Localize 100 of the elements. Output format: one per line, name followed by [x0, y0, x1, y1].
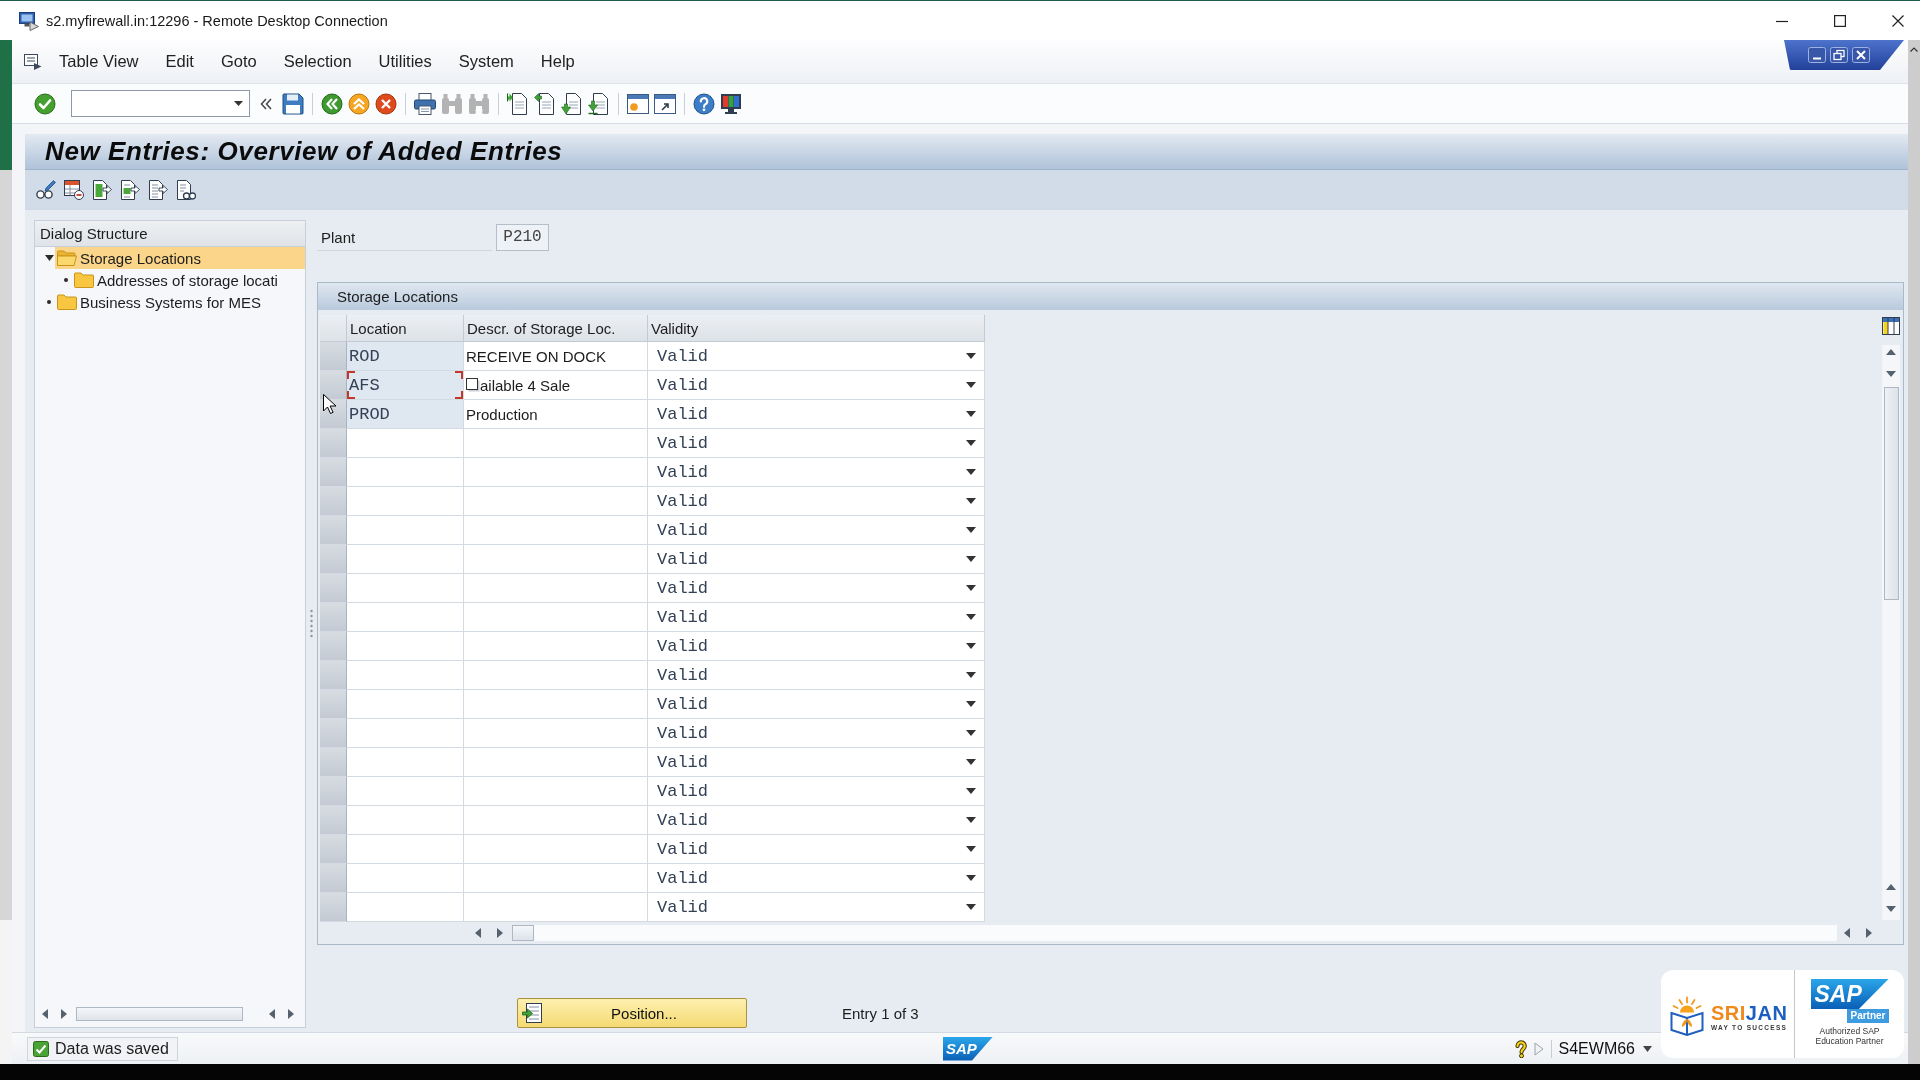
menu-item[interactable]: Table View [59, 52, 139, 71]
arrow-up-icon[interactable] [1886, 349, 1896, 355]
menu-item[interactable]: Selection [283, 52, 352, 71]
double-chevron-up-icon[interactable] [348, 92, 370, 115]
command-field[interactable] [71, 90, 250, 117]
restore-icon[interactable] [1830, 47, 1848, 63]
next-page-icon[interactable] [561, 92, 583, 115]
caret-down-icon[interactable] [966, 904, 976, 910]
validity-dropdown[interactable]: Valid [648, 603, 985, 632]
last-page-icon[interactable] [588, 92, 610, 115]
caret-down-icon[interactable] [966, 498, 976, 504]
description-field[interactable] [464, 516, 648, 545]
caret-down-icon[interactable] [44, 255, 54, 261]
validity-dropdown[interactable]: Valid [648, 748, 985, 777]
close-icon[interactable] [1892, 14, 1904, 27]
caret-down-icon[interactable] [966, 643, 976, 649]
validity-dropdown[interactable]: Valid [648, 835, 985, 864]
validity-dropdown[interactable]: Valid [648, 342, 985, 371]
first-page-icon[interactable] [507, 92, 529, 115]
column-header[interactable]: Descr. of Storage Loc. [464, 315, 648, 342]
shortcut-window-icon[interactable] [654, 92, 676, 115]
arrow-right-icon[interactable] [497, 928, 503, 938]
arrow-right-icon[interactable] [61, 1009, 67, 1019]
help-icon[interactable] [1514, 1039, 1527, 1058]
menu-item[interactable]: Help [540, 52, 575, 71]
location-field[interactable] [347, 893, 464, 922]
caret-down-icon[interactable] [966, 701, 976, 707]
caret-down-icon[interactable] [1643, 1045, 1652, 1052]
maximize-icon[interactable] [1834, 14, 1846, 27]
validity-dropdown[interactable]: Valid [648, 690, 985, 719]
location-field[interactable] [347, 719, 464, 748]
arrow-left-icon[interactable] [475, 928, 481, 938]
arrow-up-icon[interactable] [1886, 884, 1896, 890]
caret-down-icon[interactable] [966, 759, 976, 765]
description-field[interactable] [464, 806, 648, 835]
caret-down-icon[interactable] [966, 585, 976, 591]
validity-dropdown[interactable]: Valid [648, 777, 985, 806]
description-field[interactable] [464, 893, 648, 922]
location-field[interactable] [347, 864, 464, 893]
caret-down-icon[interactable] [966, 788, 976, 794]
description-field[interactable] [464, 835, 648, 864]
arrow-down-icon[interactable] [1886, 906, 1896, 912]
caret-down-icon[interactable] [966, 672, 976, 678]
location-field[interactable] [347, 777, 464, 806]
arrow-right-icon[interactable] [288, 1009, 294, 1019]
check-icon[interactable] [34, 92, 56, 115]
validity-dropdown[interactable]: Valid [648, 864, 985, 893]
new-window-icon[interactable] [627, 92, 649, 115]
document-glasses-icon[interactable] [176, 180, 196, 200]
validity-dropdown[interactable]: Valid [648, 893, 985, 922]
validity-dropdown[interactable]: Valid [648, 458, 985, 487]
description-field[interactable] [464, 487, 648, 516]
menu-item[interactable]: Goto [220, 52, 257, 71]
description-field[interactable] [464, 632, 648, 661]
arrow-right-icon[interactable] [1866, 928, 1872, 938]
caret-down-icon[interactable] [966, 846, 976, 852]
location-field[interactable] [347, 603, 464, 632]
caret-down-icon[interactable] [966, 469, 976, 475]
validity-dropdown[interactable]: Valid [648, 719, 985, 748]
menu-item[interactable]: System [458, 52, 514, 71]
location-field[interactable] [347, 835, 464, 864]
description-field[interactable] [464, 429, 648, 458]
description-field[interactable] [464, 748, 648, 777]
document-arrow-icon[interactable] [148, 180, 168, 200]
description-field[interactable] [464, 661, 648, 690]
arrow-down-icon[interactable] [1886, 371, 1896, 377]
glasses-pencil-icon[interactable] [36, 180, 56, 200]
table-minus-icon[interactable] [64, 180, 84, 200]
validity-dropdown[interactable]: Valid [648, 574, 985, 603]
validity-dropdown[interactable]: Valid [648, 400, 985, 429]
tree-item[interactable]: Business Systems for MES [55, 291, 305, 313]
description-field[interactable] [464, 864, 648, 893]
previous-page-icon[interactable] [534, 92, 556, 115]
system-dropdown[interactable]: S4EWM66 [1558, 1039, 1652, 1058]
tree-item[interactable]: Storage Locations [55, 247, 305, 269]
validity-dropdown[interactable]: Valid [648, 806, 985, 835]
column-header[interactable]: Location [347, 315, 464, 342]
arrow-up-icon[interactable] [1910, 47, 1918, 52]
description-field[interactable] [464, 603, 648, 632]
arrow-left-icon[interactable] [269, 1009, 275, 1019]
location-field[interactable] [347, 516, 464, 545]
description-field[interactable]: Production [464, 400, 648, 429]
location-field[interactable] [347, 690, 464, 719]
monitor-icon[interactable] [720, 92, 742, 115]
close-icon[interactable] [1852, 47, 1870, 63]
arrow-left-icon[interactable] [1844, 928, 1850, 938]
description-field[interactable] [464, 690, 648, 719]
caret-down-icon[interactable] [966, 730, 976, 736]
document-arrow-icon[interactable] [92, 180, 112, 200]
validity-dropdown[interactable]: Valid [648, 487, 985, 516]
description-field[interactable] [464, 719, 648, 748]
description-field[interactable] [464, 777, 648, 806]
caret-down-icon[interactable] [966, 411, 976, 417]
scrollbar-thumb[interactable] [1883, 387, 1899, 600]
location-field[interactable] [347, 458, 464, 487]
position-button[interactable]: Position... [517, 998, 747, 1028]
location-field[interactable] [347, 748, 464, 777]
location-field[interactable] [347, 429, 464, 458]
validity-dropdown[interactable]: Valid [648, 661, 985, 690]
description-field[interactable] [464, 574, 648, 603]
